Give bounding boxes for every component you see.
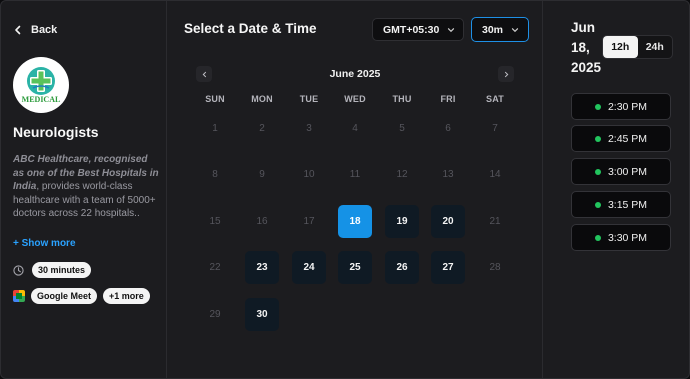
event-location: Google Meet +1 more [13, 288, 150, 304]
weekday-header: FRI [440, 94, 456, 104]
more-locations-badge[interactable]: +1 more [103, 288, 150, 304]
time-slot-button[interactable]: 3:15 PM [571, 191, 671, 218]
time-slot-button[interactable]: 3:00 PM [571, 158, 671, 185]
event-info-panel: Back MEDICAL Neurologists ABC Healthcare… [1, 1, 167, 378]
back-label: Back [31, 24, 58, 36]
booking-window: Back MEDICAL Neurologists ABC Healthcare… [0, 0, 690, 379]
calendar-heading: Select a Date & Time [184, 21, 317, 36]
chevron-left-icon [15, 25, 21, 35]
event-description: ABC Healthcare, recognised as one of the… [13, 153, 161, 221]
weekday-header: THU [392, 94, 412, 104]
calendar-day-disabled: 1 [212, 123, 218, 134]
calendar-day-available[interactable]: 30 [245, 298, 279, 331]
format-12h-option[interactable]: 12h [603, 36, 638, 58]
weekday-header: SAT [486, 94, 504, 104]
calendar-day-disabled: 10 [303, 169, 315, 180]
time-slots-panel: Jun 18, 2025 12h 24h 2:30 PM 2:45 PM 3:00 … [543, 1, 689, 378]
weekday-header: WED [344, 94, 366, 104]
calendar-day-disabled: 11 [349, 169, 361, 180]
calendar-day-available[interactable]: 25 [338, 251, 372, 284]
calendar-day-disabled: 17 [303, 216, 315, 227]
chevron-down-icon [447, 27, 455, 32]
time-slot-label: 2:30 PM [607, 100, 648, 113]
duration-badge: 30 minutes [32, 262, 92, 278]
time-slot-button[interactable]: 2:30 PM [571, 93, 671, 120]
calendar-day-disabled: 16 [256, 216, 268, 227]
calendar-day-available[interactable]: 27 [431, 251, 465, 284]
time-slot-button[interactable]: 3:30 PM [571, 224, 671, 251]
availability-dot-icon [594, 201, 601, 208]
calendar-day-disabled: 29 [209, 309, 221, 320]
month-label: June 2025 [329, 68, 381, 80]
weekday-header: SUN [205, 94, 225, 104]
time-slot-label: 3:00 PM [607, 165, 648, 178]
calendar-day-selected[interactable]: 18 [338, 205, 372, 238]
time-slot-button[interactable]: 2:45 PM [571, 125, 671, 152]
weekday-header: MON [251, 94, 273, 104]
calendar-day-disabled: 28 [489, 262, 501, 273]
calendar-day-disabled: 3 [306, 123, 312, 134]
time-format-toggle: 12h 24h [602, 35, 673, 59]
location-badge: Google Meet [31, 288, 98, 304]
calendar-day-disabled: 22 [209, 262, 221, 273]
calendar-panel: Select a Date & Time GMT+05:30 30m June … [167, 1, 543, 378]
time-slot-label: 3:30 PM [607, 231, 648, 244]
event-title: Neurologists [13, 124, 99, 140]
chevron-down-icon [511, 27, 519, 32]
calendar-day-available[interactable]: 24 [292, 251, 326, 284]
calendar-day-disabled: 9 [259, 169, 265, 180]
weekday-header: TUE [299, 94, 319, 104]
next-month-button[interactable] [498, 66, 514, 82]
availability-dot-icon [594, 234, 601, 241]
logo-text: MEDICAL [22, 95, 61, 104]
time-slot-label: 2:45 PM [607, 132, 648, 145]
calendar-day-disabled: 6 [445, 123, 451, 134]
timezone-value: GMT+05:30 [383, 23, 440, 36]
calendar-day-disabled: 7 [492, 123, 498, 134]
organizer-logo: MEDICAL [13, 57, 69, 113]
availability-dot-icon [594, 168, 601, 175]
calendar-day-available[interactable]: 20 [431, 205, 465, 238]
duration-value: 30m [482, 23, 504, 36]
availability-dot-icon [594, 135, 601, 142]
format-24h-option[interactable]: 24h [638, 36, 673, 58]
calendar-day-disabled: 15 [209, 216, 221, 227]
timezone-select[interactable]: GMT+05:30 [372, 18, 464, 41]
calendar-day-disabled: 13 [442, 169, 454, 180]
calendar-day-disabled: 21 [489, 216, 501, 227]
calendar-day-disabled: 4 [352, 123, 358, 134]
chevron-right-icon [504, 71, 508, 77]
calendar-day-disabled: 12 [396, 169, 408, 180]
calendar-day-disabled: 5 [399, 123, 405, 134]
show-more-link[interactable]: + Show more [13, 238, 76, 249]
event-duration: 30 minutes [13, 262, 92, 278]
calendar-day-disabled: 8 [212, 169, 218, 180]
time-slot-label: 3:15 PM [607, 198, 648, 211]
google-meet-icon [13, 290, 25, 302]
availability-dot-icon [594, 103, 601, 110]
duration-select[interactable]: 30m [471, 17, 529, 42]
calendar-day-available[interactable]: 23 [245, 251, 279, 284]
calendar-day-available[interactable]: 19 [385, 205, 419, 238]
clock-icon [13, 264, 24, 276]
calendar-day-available[interactable]: 26 [385, 251, 419, 284]
back-button[interactable]: Back [13, 24, 57, 36]
calendar-day-disabled: 2 [259, 123, 265, 134]
calendar-day-disabled: 14 [489, 169, 501, 180]
